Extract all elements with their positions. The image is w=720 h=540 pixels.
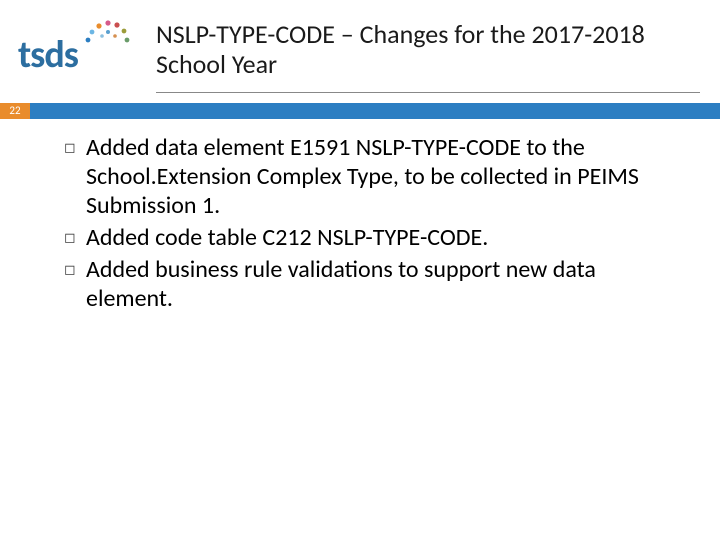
list-item: ◻ Added business rule validations to sup… [64, 255, 684, 314]
slide-title: NSLP-TYPE-CODE – Changes for the 2017-20… [156, 18, 700, 80]
list-item: ◻ Added code table C212 NSLP-TYPE-CODE. [64, 223, 684, 253]
list-item: ◻ Added data element E1591 NSLP-TYPE-COD… [64, 133, 684, 221]
bullet-text: Added code table C212 NSLP-TYPE-CODE. [86, 223, 684, 252]
bullet-icon: ◻ [64, 223, 86, 253]
slide-body: ◻ Added data element E1591 NSLP-TYPE-COD… [0, 119, 720, 313]
tsds-logo: tsds [18, 18, 138, 74]
bullet-icon: ◻ [64, 133, 86, 163]
logo-text: tsds [18, 32, 78, 78]
logo-dots-icon [78, 16, 136, 50]
slide-header: tsds NSLP-TYPE-CODE – Changes for the 20… [0, 0, 720, 88]
bullet-text: Added data element E1591 NSLP-TYPE-CODE … [86, 133, 684, 221]
page-number: 22 [0, 103, 30, 119]
accent-bar [30, 103, 720, 119]
bullet-icon: ◻ [64, 255, 86, 285]
bullet-text: Added business rule validations to suppo… [86, 255, 684, 314]
title-underline [156, 92, 700, 93]
page-bar: 22 [0, 103, 720, 119]
